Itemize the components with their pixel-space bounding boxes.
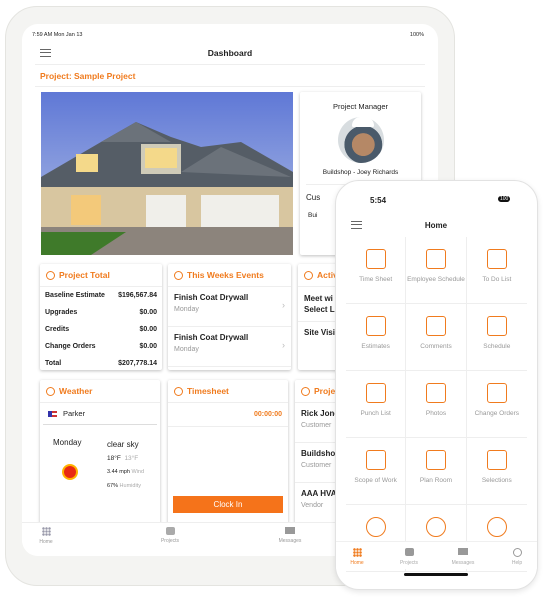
swatches-icon xyxy=(486,450,507,470)
tablet-battery: 100% xyxy=(409,32,424,38)
tile-change-orders[interactable]: Change Orders xyxy=(466,371,527,438)
event-item[interactable]: Finish Coat Drywall Monday › xyxy=(168,287,291,327)
total-row: Total $207,778.14 xyxy=(45,360,157,367)
weather-card: Weather Parker Monday clear sky 18°F 13°… xyxy=(40,380,160,530)
tile-plan-room[interactable]: Plan Room xyxy=(406,438,467,505)
tab-messages[interactable]: Messages xyxy=(443,548,483,566)
chevron-right-icon: › xyxy=(282,300,285,310)
chart-icon xyxy=(46,270,55,280)
tile-to-do-list[interactable]: To Do List xyxy=(466,237,527,304)
us-flag-icon xyxy=(48,410,57,417)
card-title: This Weeks Events xyxy=(187,270,264,280)
chart-icon xyxy=(174,386,183,396)
tab-messages[interactable]: Messages xyxy=(270,527,310,544)
total-row: Credits $0.00 xyxy=(45,326,157,333)
total-row: Baseline Estimate $196,567.84 xyxy=(45,292,157,299)
users-icon xyxy=(486,517,507,537)
phone-frame: 5:54 100 Home Time Sheet Employee Schedul… xyxy=(335,180,538,590)
chart-icon xyxy=(301,386,310,396)
total-row: Change Orders $0.00 xyxy=(45,343,157,350)
weather-location: Parker xyxy=(63,409,86,418)
project-title: Project: Sample Project xyxy=(40,71,136,81)
employee-clock-icon xyxy=(425,249,446,269)
home-indicator xyxy=(404,573,468,576)
phone-status-time: 5:54 xyxy=(370,196,387,205)
weather-day: Monday xyxy=(53,438,82,447)
chat-bubbles-icon xyxy=(425,316,446,336)
chart-icon xyxy=(304,270,313,280)
card-title: Weather xyxy=(59,386,93,396)
tab-help[interactable]: Help xyxy=(497,548,537,566)
clock-in-button[interactable]: Clock In xyxy=(173,496,283,513)
weather-wind: 3.44 mph xyxy=(107,469,130,475)
tab-projects[interactable]: Projects xyxy=(150,527,190,544)
phone-page-title: Home xyxy=(424,221,448,230)
tab-home[interactable]: Home xyxy=(337,548,377,566)
weather-high: 18°F xyxy=(107,455,121,462)
tile-comments[interactable]: Comments xyxy=(406,304,467,371)
tile-scope-of-work[interactable]: Scope of Work xyxy=(346,438,407,505)
weather-condition: clear sky xyxy=(107,440,139,449)
tablet-status-time: 7:59 AM Mon Jan 13 xyxy=(32,32,83,38)
chart-icon xyxy=(174,270,183,280)
manager-avatar xyxy=(337,117,384,163)
manager-name: Buildshop - Joey Richards xyxy=(322,169,399,176)
calculator-icon xyxy=(365,316,386,336)
tile-schedule[interactable]: Schedule xyxy=(466,304,527,371)
tile-employee-schedule[interactable]: Employee Schedule xyxy=(406,237,467,304)
tab-projects[interactable]: Projects xyxy=(389,548,429,566)
event-item[interactable]: Finish Coat Drywall Monday › xyxy=(168,327,291,367)
tile-selections[interactable]: Selections xyxy=(466,438,527,505)
manager-heading: Project Manager xyxy=(332,102,389,111)
notepad-icon xyxy=(486,249,507,269)
card-title: Proje xyxy=(314,386,336,396)
swap-arrows-icon xyxy=(486,383,507,403)
phone-battery: 100 xyxy=(498,196,511,202)
page-title: Dashboard xyxy=(207,48,253,58)
project-total-card: Project Total Baseline Estimate $196,567.… xyxy=(40,264,162,370)
timer: 00:00:00 xyxy=(168,403,288,427)
tab-home[interactable]: Home xyxy=(26,527,66,545)
calendar-icon xyxy=(486,316,507,336)
total-row: Upgrades $0.00 xyxy=(45,309,157,316)
tile-estimates[interactable]: Estimates xyxy=(346,304,407,371)
project-house-image xyxy=(41,92,293,255)
clipboard-pen-icon xyxy=(365,249,386,269)
phone-tab-bar: Home Projects Messages Help xyxy=(336,541,537,569)
sun-icon xyxy=(64,466,76,478)
weather-humidity: 67% xyxy=(107,483,119,489)
user-icon xyxy=(365,517,386,537)
events-card: This Weeks Events Finish Coat Drywall Mon… xyxy=(168,264,291,370)
card-title: Project Total xyxy=(59,270,110,280)
user-circle-icon xyxy=(425,517,446,537)
target-icon xyxy=(365,450,386,470)
card-title: Timesheet xyxy=(187,386,229,396)
weather-low: 13°F xyxy=(124,455,139,462)
timesheet-card: Timesheet 00:00:00 Clock In xyxy=(168,380,288,530)
home-grid: Time Sheet Employee Schedule To Do List Est… xyxy=(346,237,527,572)
tile-time-sheet[interactable]: Time Sheet xyxy=(346,237,407,304)
chevron-right-icon: › xyxy=(282,340,285,350)
image-icon xyxy=(425,383,446,403)
ruler-pencil-icon xyxy=(425,450,446,470)
tile-punch-list[interactable]: Punch List xyxy=(346,371,407,438)
tile-photos[interactable]: Photos xyxy=(406,371,467,438)
chart-icon xyxy=(46,386,55,396)
checklist-icon xyxy=(365,383,386,403)
